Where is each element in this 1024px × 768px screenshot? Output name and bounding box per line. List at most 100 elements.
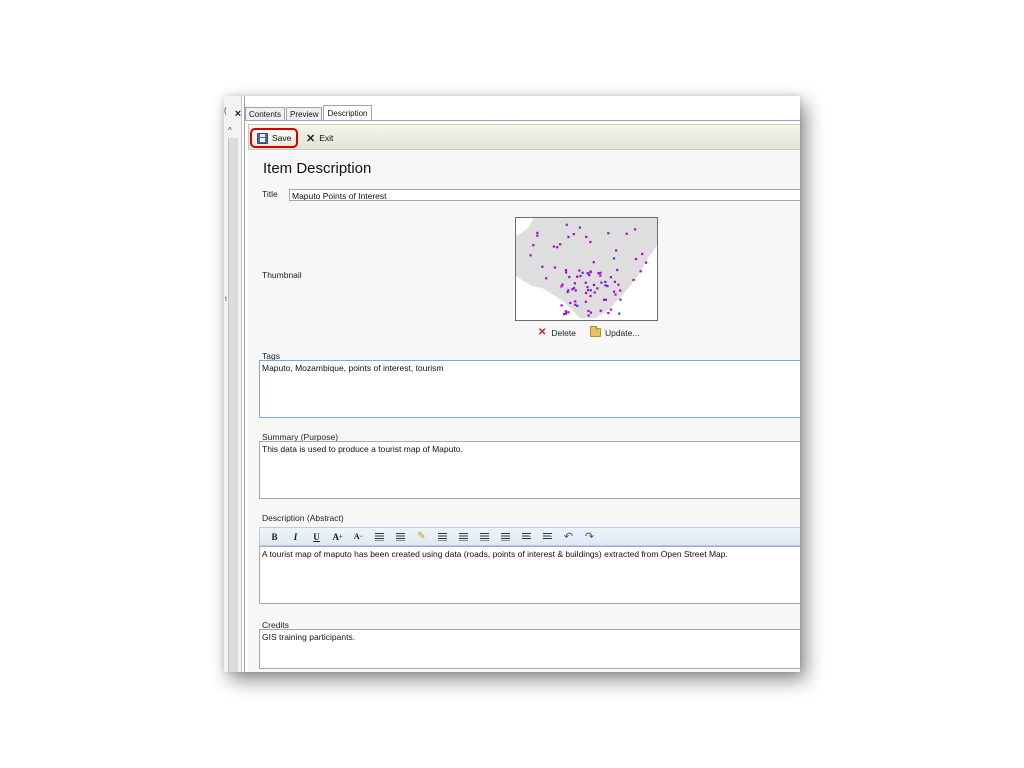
thumbnail-map [516, 218, 657, 318]
delete-icon[interactable]: ✕ [538, 327, 546, 338]
map-poi-point [576, 275, 579, 278]
indent-button[interactable] [537, 529, 558, 544]
map-poi-point [560, 285, 563, 288]
rich-text-toolbar: B I U A + A − ✎ ↶ ↷ [259, 527, 800, 546]
tab-description[interactable]: Description [323, 105, 372, 121]
map-poi-point [578, 226, 581, 229]
side-panel-stub: ( [224, 106, 227, 115]
map-poi-point [599, 271, 602, 274]
map-poi-point [578, 269, 581, 272]
tags-field[interactable]: Maputo, Mozambique, points of interest, … [259, 360, 800, 418]
map-poi-point [641, 252, 644, 256]
map-poi-point [613, 280, 616, 283]
map-poi-point [567, 235, 570, 239]
map-poi-point [536, 234, 539, 237]
map-poi-point [592, 261, 595, 264]
title-label: Title [262, 189, 278, 199]
map-poi-point [613, 290, 616, 293]
description-form: Item Description Title Maputo Points of … [248, 151, 800, 672]
map-poi-point [616, 268, 619, 272]
description-label: Description (Abstract) [262, 513, 344, 523]
map-poi-point [566, 290, 569, 294]
map-poi-point [584, 291, 588, 295]
highlight-button[interactable]: ✎ [411, 529, 432, 544]
map-poi-point [579, 274, 582, 278]
map-poi-point [619, 298, 622, 301]
map-poi-point [572, 233, 575, 236]
bullet-list-button[interactable] [369, 529, 390, 544]
credits-field[interactable]: GIS training participants. [259, 629, 800, 669]
map-poi-point [585, 235, 588, 238]
map-poi-point [634, 228, 637, 231]
delete-thumbnail-button[interactable]: Delete [551, 328, 576, 338]
map-poi-point [589, 240, 592, 244]
map-poi-point [552, 245, 555, 248]
map-poi-point [553, 266, 557, 269]
map-poi-point [564, 269, 568, 272]
align-left-icon [438, 532, 447, 541]
map-poi-point [564, 312, 567, 315]
italic-button[interactable]: I [285, 529, 306, 544]
thumbnail-label: Thumbnail [262, 270, 302, 280]
map-poi-point [545, 277, 548, 280]
summary-field[interactable]: This data is used to produce a tourist m… [259, 441, 800, 499]
map-poi-point [529, 254, 532, 257]
align-center-icon [459, 532, 468, 541]
grow-font-button[interactable]: A + [327, 529, 348, 544]
save-button[interactable]: Save [250, 128, 298, 148]
map-poi-point [593, 291, 596, 294]
item-toolbar: Save ✕ Exit [248, 124, 800, 150]
map-poi-point [574, 303, 577, 306]
numbered-list-button[interactable] [390, 529, 411, 544]
map-poi-point [589, 271, 592, 274]
title-field[interactable]: Maputo Points of Interest [289, 189, 800, 201]
shrink-font-button[interactable]: A − [348, 529, 369, 544]
map-poi-point [607, 232, 610, 235]
map-poi-point [597, 272, 600, 275]
map-poi-point [559, 243, 562, 246]
align-center-button[interactable] [453, 529, 474, 544]
map-poi-point [634, 258, 638, 261]
exit-button[interactable]: ✕ Exit [304, 128, 333, 148]
map-poi-point [576, 304, 579, 307]
align-left-button[interactable] [432, 529, 453, 544]
map-poi-point [541, 265, 544, 268]
window-frame: ( × ^ t Contents Preview Description Sav… [224, 96, 800, 672]
map-poi-point [639, 270, 642, 273]
vertical-scrollbar[interactable] [228, 138, 238, 672]
map-poi-point [603, 298, 606, 301]
bullet-list-icon [375, 532, 384, 541]
align-right-icon [480, 532, 489, 541]
tab-preview[interactable]: Preview [286, 107, 323, 121]
description-field[interactable]: A tourist map of maputo has been created… [259, 546, 800, 604]
map-poi-point [607, 311, 610, 315]
indent-icon [543, 532, 552, 541]
align-right-button[interactable] [474, 529, 495, 544]
close-icon[interactable]: × [231, 107, 245, 121]
map-poi-point [589, 294, 592, 298]
bold-button[interactable]: B [264, 529, 285, 544]
undo-button[interactable]: ↶ [558, 529, 579, 544]
justify-button[interactable] [495, 529, 516, 544]
map-poi-point [596, 287, 599, 290]
tab-contents[interactable]: Contents [245, 107, 286, 121]
map-poi-point [592, 283, 595, 287]
side-panel-strip: ( × ^ t [224, 96, 242, 672]
update-thumbnail-button[interactable]: Update... [605, 328, 640, 338]
page-title: Item Description [263, 160, 372, 177]
numbered-list-icon [396, 532, 405, 541]
map-poi-point [587, 289, 590, 292]
map-poi-point [588, 274, 591, 277]
map-poi-point [536, 231, 539, 234]
scroll-up-icon[interactable]: ^ [228, 126, 232, 135]
outdent-button[interactable] [516, 529, 537, 544]
map-poi-point [604, 280, 607, 283]
thumbnail-image [515, 217, 658, 321]
folder-icon[interactable] [589, 326, 601, 337]
underline-button[interactable]: U [306, 529, 327, 544]
map-poi-point [573, 282, 576, 285]
map-poi-point [599, 274, 602, 277]
redo-button[interactable]: ↷ [579, 529, 600, 544]
map-poi-point [567, 311, 570, 314]
map-poi-point [584, 281, 587, 284]
